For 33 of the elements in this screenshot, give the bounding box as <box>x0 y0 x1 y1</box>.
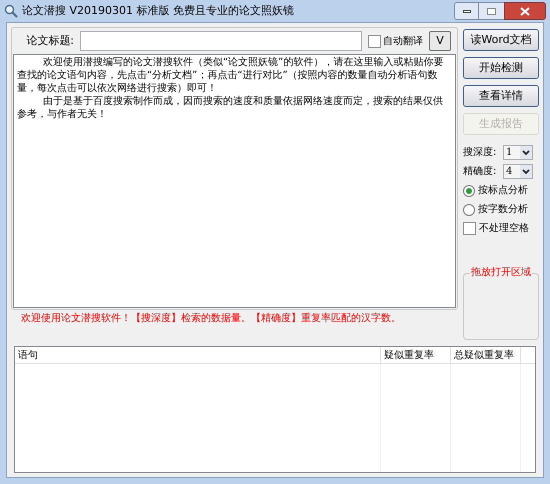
maximize-button[interactable] <box>479 2 504 20</box>
caret-icon <box>520 165 532 178</box>
paragraph: 欢迎使用潜搜编写的论文潜搜软件（类似“论文照妖镜”的软件），请在这里输入或粘贴你要查找的论文语句内容，先点击“分析文档”；再点击“进行对比”（按照内容的数量自动分析语句数量，每次点击可以依次网络进行搜索）即可！ <box>17 56 444 95</box>
checkbox[interactable] <box>463 222 476 235</box>
dropdown-button[interactable]: V <box>429 31 451 51</box>
checkbox-label: 不处理空格 <box>479 222 529 236</box>
magnifier-icon <box>4 4 18 18</box>
column-header[interactable]: 语句 <box>15 347 381 363</box>
close-button[interactable] <box>504 2 546 20</box>
column-header[interactable]: 总疑似重复率 <box>451 347 521 363</box>
action-button[interactable]: 读Word文档 <box>463 29 539 51</box>
select-field[interactable]: 4 <box>503 164 533 179</box>
text-area[interactable]: 欢迎使用潜搜编写的论文潜搜软件（类似“论文照妖镜”的软件），请在这里输入或粘贴你要查找的论文语句内容，先点击“分析文档”；再点击“进行对比”（按照内容的数量自动分析语句数量，每次点击可以依次网络进行搜索）即可！ 由于是基于百度搜索制作而成，因而搜索的速度和质量依据网络速度而定，搜索的结果仅供参考，与作者无关！ <box>13 54 456 308</box>
radio-button[interactable] <box>463 204 475 216</box>
radio-label: 按标点分析 <box>478 184 528 198</box>
radio-label: 按字数分析 <box>478 202 528 217</box>
select-field[interactable]: 1 <box>503 145 533 160</box>
title-label: 论文标题: <box>25 32 74 49</box>
hint-text: 欢迎使用论文潜搜软件！【搜深度】检索的数据量。【精确度】重复率匹配的汉字数。 <box>21 312 401 326</box>
window-title: 论文潜搜 V20190301 标准版 免费且专业的论文照妖镜 <box>22 2 294 19</box>
checkbox[interactable] <box>368 34 381 48</box>
checkbox-label: 自动翻译 <box>383 34 423 48</box>
action-button[interactable]: 查看详情 <box>463 85 539 107</box>
paragraph: 由于是基于百度搜索制作而成，因而搜索的速度和质量依据网络速度而定，搜索的结果仅供参考，与作者无关！ <box>17 95 444 121</box>
minimize-button[interactable] <box>454 2 479 20</box>
radio-button[interactable] <box>463 184 475 196</box>
column-header[interactable]: 疑似重复率 <box>381 347 451 363</box>
action-button[interactable]: 开始检测 <box>463 57 539 79</box>
caret-icon <box>520 146 532 159</box>
select-label: 搜深度: <box>463 146 498 160</box>
close-icon <box>520 6 530 16</box>
title-input[interactable] <box>80 31 362 51</box>
select-label: 精确度: <box>463 164 498 179</box>
